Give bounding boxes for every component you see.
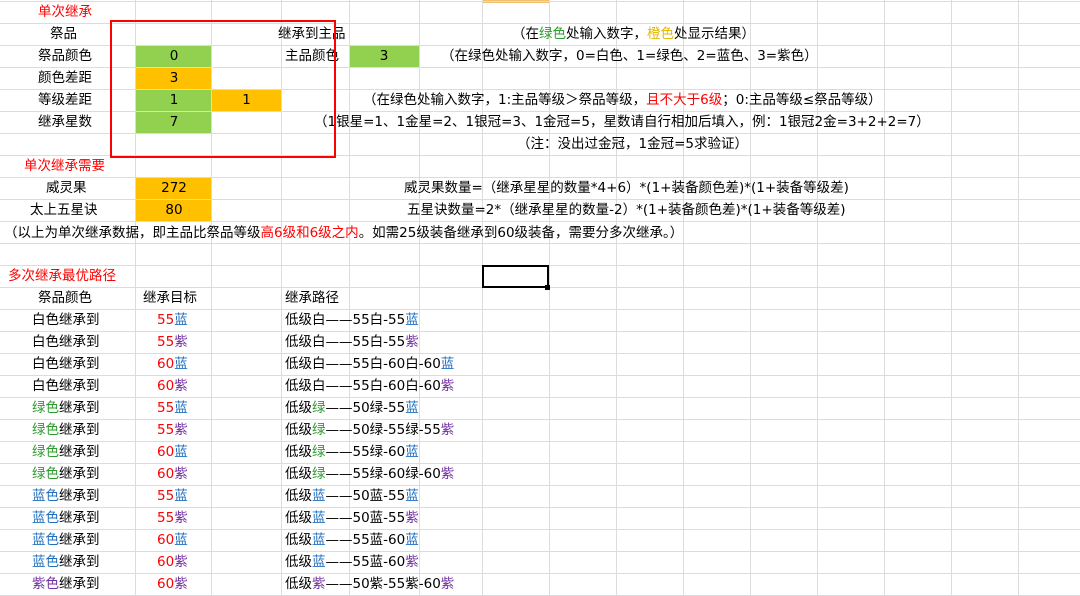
path-row-route: 低级白——55白-60白-60紫: [285, 378, 455, 394]
path-row-source: 白色继承到: [32, 378, 100, 394]
path-row-target: 60紫: [157, 576, 188, 592]
path-row-route: 低级紫——50紫-55紫-60紫: [285, 576, 455, 592]
path-row-source: 白色继承到: [32, 356, 100, 372]
path-row-route: 低级白——55白-55蓝: [285, 312, 419, 328]
path-row-target: 60紫: [157, 554, 188, 570]
fruit-value: 272: [161, 180, 187, 196]
path-row-route: 低级绿——55绿-60绿-60紫: [285, 466, 455, 482]
fruit-formula: 威灵果数量=（继承星星的数量*4+6）*(1+装备颜色差)*(1+装备等级差): [404, 180, 849, 196]
path-row-target: 60紫: [157, 378, 188, 394]
path-row-target: 55蓝: [157, 488, 188, 504]
path-row-route: 低级蓝——50蓝-55蓝: [285, 488, 419, 504]
path-row-target: 55蓝: [157, 400, 188, 416]
highlight-box: [110, 20, 336, 158]
summary-note: （以上为单次继承数据，即主品比祭品等级高6级和6级之内。如需25级装备继承到60…: [4, 225, 684, 241]
col-header-color: 祭品颜色: [38, 290, 92, 306]
path-row-target: 55紫: [157, 422, 188, 438]
path-row-route: 低级绿——55绿-60蓝: [285, 444, 419, 460]
sac-color-label: 祭品颜色: [38, 48, 92, 64]
path-row-source: 绿色继承到: [32, 400, 100, 416]
spreadsheet-grid[interactable]: 单次继承 祭品 继承到主品 （在绿色处输入数字，橙色处显示结果） 祭品颜色 0 …: [0, 0, 1080, 596]
path-row-route: 低级白——55白-55紫: [285, 334, 419, 350]
path-row-source: 绿色继承到: [32, 422, 100, 438]
path-row-source: 紫色继承到: [32, 576, 100, 592]
path-row-source: 蓝色继承到: [32, 532, 100, 548]
stars-label: 继承星数: [38, 114, 92, 130]
selected-cell[interactable]: [482, 265, 549, 288]
path-row-source: 蓝色继承到: [32, 510, 100, 526]
main-color-value: 3: [379, 48, 389, 64]
path-row-target: 60蓝: [157, 532, 188, 548]
note-color-codes: （在绿色处输入数字，0=白色、1=绿色、2=蓝色、3=紫色）: [441, 48, 818, 64]
note-gold-crown: （注：没出过金冠，1金冠=5求验证）: [517, 136, 748, 152]
path-row-target: 55紫: [157, 510, 188, 526]
path-row-source: 绿色继承到: [32, 444, 100, 460]
path-row-target: 55蓝: [157, 312, 188, 328]
path-row-source: 白色继承到: [32, 334, 100, 350]
path-row-target: 60蓝: [157, 444, 188, 460]
note-level-rule: （在绿色处输入数字，1:主品等级＞祭品等级，且不大于6级；0:主品等级≤祭品等级…: [363, 92, 882, 108]
level-diff-label: 等级差距: [38, 92, 92, 108]
path-row-source: 蓝色继承到: [32, 554, 100, 570]
path-row-source: 蓝色继承到: [32, 488, 100, 504]
path-row-target: 60紫: [157, 466, 188, 482]
path-row-target: 55紫: [157, 334, 188, 350]
multi-title: 多次继承最优路径: [8, 268, 116, 284]
sacrifice-header: 祭品: [50, 26, 77, 42]
path-row-source: 绿色继承到: [32, 466, 100, 482]
fill-handle[interactable]: [545, 285, 550, 290]
tactic-label: 太上五星诀: [30, 202, 98, 218]
path-row-route: 低级绿——50绿-55绿-55紫: [285, 422, 455, 438]
path-row-route: 低级白——55白-60白-60蓝: [285, 356, 455, 372]
color-diff-label: 颜色差距: [38, 70, 92, 86]
path-row-route: 低级蓝——55蓝-60紫: [285, 554, 419, 570]
path-row-route: 低级蓝——55蓝-60蓝: [285, 532, 419, 548]
path-row-route: 低级蓝——50蓝-55紫: [285, 510, 419, 526]
single-title: 单次继承: [38, 4, 92, 20]
path-row-route: 低级绿——50绿-55蓝: [285, 400, 419, 416]
tactic-formula: 五星诀数量=2*（继承星星的数量-2）*(1+装备颜色差)*(1+装备等级差): [407, 202, 846, 218]
tactic-value: 80: [165, 202, 183, 218]
fruit-label: 威灵果: [46, 180, 87, 196]
path-row-source: 白色继承到: [32, 312, 100, 328]
path-row-target: 60蓝: [157, 356, 188, 372]
note-input-output: （在绿色处输入数字，橙色处显示结果）: [512, 26, 755, 42]
need-title: 单次继承需要: [24, 158, 105, 174]
col-header-path: 继承路径: [285, 290, 339, 306]
col-header-target: 继承目标: [143, 290, 197, 306]
note-star-values: （1银星=1、1金星=2、1银冠=3、1金冠=5，星数请自行相加后填入，例：1银…: [314, 114, 930, 130]
